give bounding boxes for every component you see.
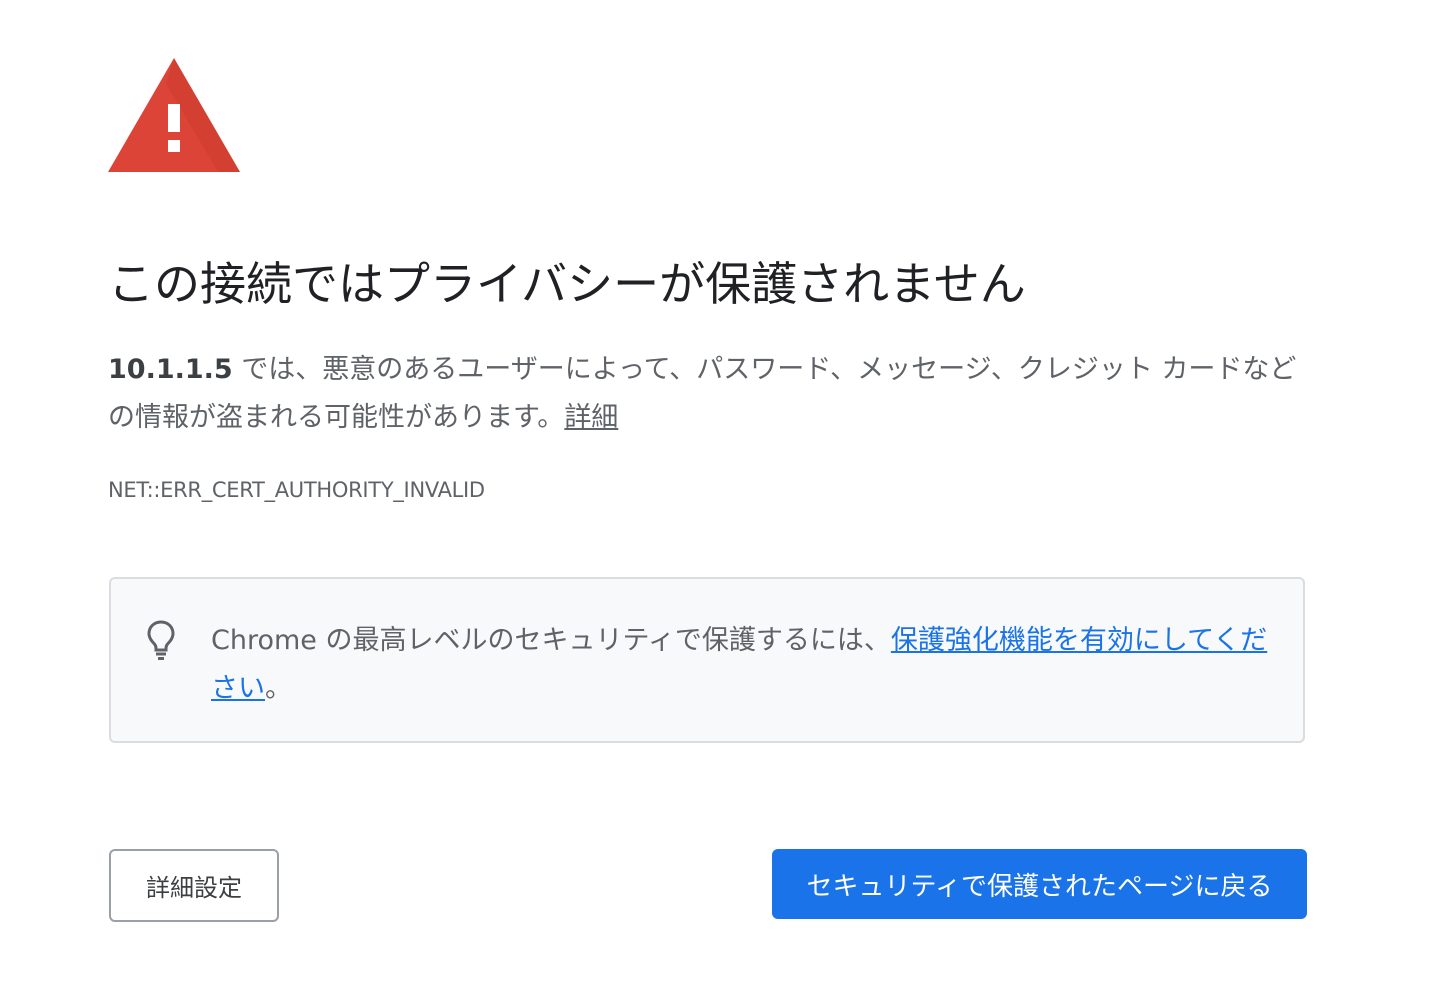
advanced-button[interactable]: 詳細設定	[109, 849, 279, 922]
explanation-text: では、悪意のあるユーザーによって、パスワード、メッセージ、クレジット カードなど…	[108, 354, 1297, 433]
enhanced-protection-text: Chrome の最高レベルのセキュリティで保護するには、保護強化機能を有効にして…	[211, 617, 1281, 713]
lightbulb-icon	[147, 620, 175, 660]
interstitial-page: この接続ではプライバシーが保護されません 10.1.1.5 では、悪意のあるユー…	[0, 0, 1436, 986]
enhanced-protection-prompt: Chrome の最高レベルのセキュリティで保護するには、	[211, 625, 891, 656]
enhanced-protection-box: Chrome の最高レベルのセキュリティで保護するには、保護強化機能を有効にして…	[109, 577, 1305, 743]
host-name: 10.1.1.5	[108, 354, 233, 385]
error-code: NET::ERR_CERT_AUTHORITY_INVALID	[108, 478, 485, 502]
enhanced-protection-suffix: 。	[265, 673, 292, 704]
page-title: この接続ではプライバシーが保護されません	[108, 257, 1026, 311]
explanation-paragraph: 10.1.1.5 では、悪意のあるユーザーによって、パスワード、メッセージ、クレ…	[108, 346, 1308, 442]
warning-triangle-icon	[108, 58, 240, 172]
details-link[interactable]: 詳細	[564, 402, 618, 433]
back-to-safety-button[interactable]: セキュリティで保護されたページに戻る	[772, 849, 1307, 919]
